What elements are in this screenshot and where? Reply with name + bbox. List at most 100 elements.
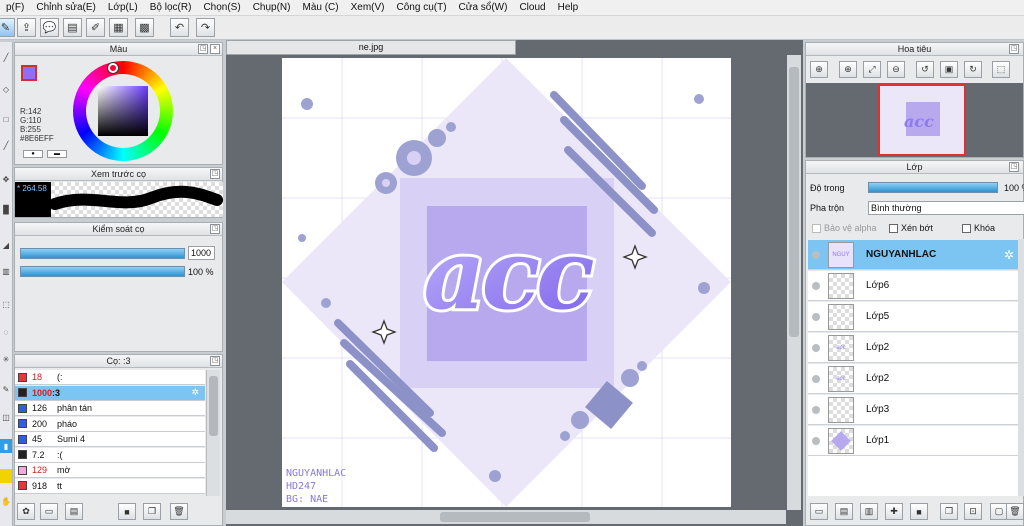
menu-item-2[interactable]: Lớp(L): [102, 2, 144, 13]
new-layer-icon[interactable]: ▭: [810, 503, 828, 520]
add-layer-menu-icon[interactable]: ✚: [885, 503, 903, 520]
layer-row[interactable]: Lớp1: [808, 426, 1018, 456]
hue-handle[interactable]: [108, 63, 118, 73]
saturation-box[interactable]: [98, 86, 148, 136]
float-icon[interactable]: ◳: [210, 356, 220, 366]
layer-row[interactable]: Lớp3: [808, 395, 1018, 425]
fill-tool-icon[interactable]: █: [0, 202, 12, 216]
menu-item-3[interactable]: Bộ lọc(R): [144, 2, 198, 13]
eye-icon[interactable]: [812, 436, 820, 445]
brush-settings-icon[interactable]: ✲: [191, 387, 199, 398]
close-icon[interactable]: ×: [210, 44, 220, 54]
merge-icon[interactable]: ⊡: [964, 503, 982, 520]
brush-item[interactable]: 126 phân tán: [15, 401, 205, 416]
new-vector-layer-icon[interactable]: ▤: [835, 503, 853, 520]
brush-tool-icon[interactable]: ✎: [0, 18, 15, 37]
line-tool-icon[interactable]: ╱: [0, 138, 12, 152]
copy-layer-icon[interactable]: ▥: [860, 503, 878, 520]
menu-item-4[interactable]: Chọn(S): [197, 2, 246, 13]
menu-item-6[interactable]: Màu (C): [296, 2, 344, 13]
document-tab[interactable]: ne.jpg: [226, 40, 516, 55]
menu-item-9[interactable]: Cửa sổ(W): [453, 2, 514, 13]
brush-item[interactable]: 918 tt: [15, 478, 205, 494]
lock-option[interactable]: Khóa: [962, 223, 995, 234]
grid-icon[interactable]: ▩: [135, 18, 154, 37]
menu-item-5[interactable]: Chụp(N): [247, 2, 297, 13]
delete-icon[interactable]: 🗑: [170, 503, 188, 520]
menu-item-1[interactable]: Chỉnh sửa(E): [30, 2, 102, 13]
layer-settings-icon[interactable]: ✲: [1004, 248, 1014, 262]
diamond-tool-icon[interactable]: ◇: [0, 82, 12, 96]
lasso-tool-icon[interactable]: ◌: [0, 325, 12, 339]
menu-item-11[interactable]: Help: [552, 2, 585, 13]
brush-item[interactable]: 18 (:: [15, 370, 205, 385]
color-mode-button-1[interactable]: ●: [23, 150, 43, 158]
brush-item[interactable]: 1000:3 ✲: [15, 385, 205, 401]
protect-alpha-option[interactable]: Bảo vệ alpha: [812, 223, 877, 234]
eraser-tool-icon[interactable]: ◫: [0, 410, 12, 424]
new-brush-icon[interactable]: ▭: [40, 503, 58, 520]
opacity-slider[interactable]: [20, 266, 185, 277]
magic-wand-icon[interactable]: ✳: [0, 352, 12, 366]
blend-select[interactable]: Bình thường: [868, 201, 1024, 215]
brush-item[interactable]: 129 mờ: [15, 463, 205, 478]
duplicate-layer-icon[interactable]: ❐: [940, 503, 958, 520]
eye-icon[interactable]: [812, 250, 820, 259]
gradient-tool-icon[interactable]: ▥: [0, 264, 12, 278]
move-tool-icon[interactable]: ✥: [0, 172, 12, 186]
layers-scrollbar[interactable]: [1018, 239, 1024, 496]
comment-icon[interactable]: 💬: [40, 18, 59, 37]
float-icon[interactable]: ◳: [210, 224, 220, 234]
brush-tool-icon-2[interactable]: ✎: [0, 382, 12, 396]
zoom-in-icon[interactable]: ⊕: [839, 61, 857, 78]
redo-icon[interactable]: ↷: [196, 18, 215, 37]
hand-tool-icon[interactable]: ✋: [0, 494, 12, 508]
eye-icon[interactable]: [812, 312, 820, 321]
zoom-fit-icon[interactable]: ⊕: [810, 61, 828, 78]
clip-option[interactable]: Xén bớt: [889, 223, 933, 234]
brush-item[interactable]: 7.2:(: [15, 447, 205, 463]
float-icon[interactable]: ◳: [210, 169, 220, 179]
eye-icon[interactable]: [812, 281, 820, 290]
select-tool-icon[interactable]: ⬚: [0, 297, 12, 311]
bucket-tool-icon[interactable]: ◢: [0, 238, 12, 252]
float-icon[interactable]: ◳: [198, 44, 208, 54]
pen-tool-icon[interactable]: ╱: [0, 50, 12, 64]
layer-row[interactable]: Lớp5: [808, 302, 1018, 332]
layer-row[interactable]: acc Lớp2: [808, 364, 1018, 394]
delete-layer-icon[interactable]: 🗑: [1006, 503, 1024, 520]
eye-icon[interactable]: [812, 405, 820, 414]
eye-icon[interactable]: [812, 374, 820, 383]
folder-icon[interactable]: ■: [118, 503, 136, 520]
rotate-right-icon[interactable]: ↻: [964, 61, 982, 78]
color-swatch-icon[interactable]: [0, 469, 12, 483]
brush-item[interactable]: 45 Sumi 4: [15, 432, 205, 447]
new-document-icon[interactable]: ⇪: [17, 18, 36, 37]
add-brush-icon[interactable]: ✿: [17, 503, 35, 520]
menu-item-0[interactable]: p(F): [0, 2, 30, 13]
zoom-out-icon[interactable]: ⊖: [887, 61, 905, 78]
flip-icon[interactable]: ⬚: [992, 61, 1010, 78]
rotate-left-icon[interactable]: ↺: [916, 61, 934, 78]
fit-window-icon[interactable]: ⤢: [863, 61, 881, 78]
float-icon[interactable]: ◳: [1009, 162, 1019, 172]
primary-color-swatch[interactable]: [21, 65, 37, 81]
size-slider[interactable]: [20, 248, 185, 259]
menu-item-8[interactable]: Công cụ(T): [391, 2, 453, 13]
layer-row[interactable]: NGUY NGUYANHLAC ✲: [808, 240, 1018, 270]
eye-icon[interactable]: [812, 343, 820, 352]
undo-icon[interactable]: ↶: [170, 18, 189, 37]
panel-icon[interactable]: ▦: [109, 18, 128, 37]
size-input[interactable]: 1000: [188, 246, 215, 260]
brush-list-scrollbar[interactable]: [206, 370, 220, 496]
message-icon[interactable]: ▤: [63, 18, 82, 37]
vertical-scrollbar[interactable]: [787, 55, 801, 510]
float-icon[interactable]: ◳: [1009, 44, 1019, 54]
folder-icon[interactable]: ■: [910, 503, 928, 520]
rect-tool-icon[interactable]: □: [0, 112, 12, 126]
color-mode-button-2[interactable]: ▬: [47, 150, 67, 158]
layer-row[interactable]: Lớp6: [808, 271, 1018, 301]
layer-opacity-slider[interactable]: [868, 182, 998, 193]
copy-brush-icon[interactable]: ▤: [65, 503, 83, 520]
edit-icon[interactable]: ✐: [86, 18, 105, 37]
